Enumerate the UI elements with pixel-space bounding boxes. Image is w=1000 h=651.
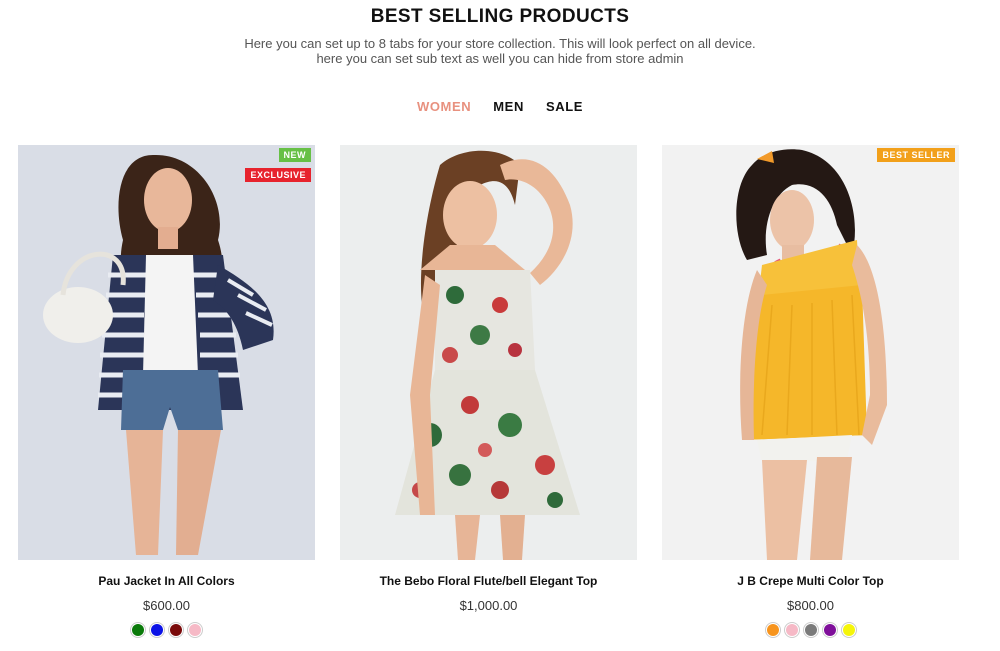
color-swatches [662,624,959,636]
swatch-purple[interactable] [823,624,836,636]
section-title: BEST SELLING PRODUCTS [370,6,630,27]
swatch-maroon[interactable] [170,624,182,636]
badge-best-seller: BEST SELLER [877,148,955,162]
badge-new: NEW [278,148,311,162]
subtitle-line-2: here you can set sub text as well you ca… [316,51,684,66]
product-image[interactable]: BEST SELLER [662,145,959,560]
product-card[interactable]: BEST SELLER J B Crepe Multi Color Top $8… [662,145,959,636]
product-name[interactable]: The Bebo Floral Flute/bell Elegant Top [340,574,637,588]
swatch-green[interactable] [132,624,144,636]
woman-striped-cardigan-photo [18,145,315,560]
collection-tabs: WOMEN MEN SALE [0,99,1000,114]
swatch-grey[interactable] [804,624,817,636]
section-subtitle: Here you can set up to 8 tabs for your s… [0,36,1000,66]
product-card[interactable]: NEW EXCLUSIVE Pau Jacket In All Colors $… [18,145,315,636]
product-name[interactable]: J B Crepe Multi Color Top [662,574,959,588]
swatch-pink[interactable] [189,624,201,636]
product-price: $1,000.00 [459,598,518,613]
subtitle-line-1: Here you can set up to 8 tabs for your s… [244,36,756,51]
tab-sale[interactable]: SALE [546,99,583,114]
woman-yellow-top-photo [662,145,959,560]
product-grid: NEW EXCLUSIVE Pau Jacket In All Colors $… [18,145,1000,651]
product-name[interactable]: Pau Jacket In All Colors [18,574,315,588]
product-card[interactable]: The Bebo Floral Flute/bell Elegant Top $… [340,145,637,613]
badge-exclusive: EXCLUSIVE [245,168,311,182]
swatch-pink[interactable] [785,624,798,636]
product-price: $800.00 [787,598,834,613]
swatch-yellow[interactable] [842,624,855,636]
tab-men[interactable]: MEN [493,99,524,114]
woman-floral-dress-photo [340,145,637,560]
product-price: $600.00 [143,598,190,613]
swatch-orange[interactable] [766,624,779,636]
product-image[interactable] [340,145,637,560]
tab-women[interactable]: WOMEN [417,99,471,114]
product-image[interactable]: NEW EXCLUSIVE [18,145,315,560]
swatch-blue[interactable] [151,624,163,636]
color-swatches [18,624,315,636]
